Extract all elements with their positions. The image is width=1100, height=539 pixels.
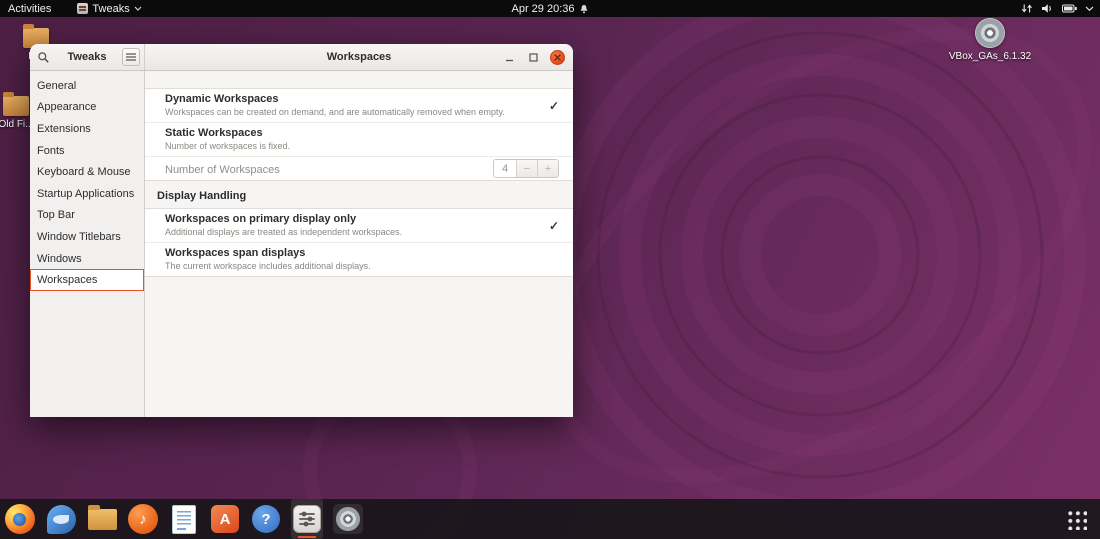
option-title: Workspaces span displays [165,247,306,259]
tweaks-icon [293,505,321,533]
dock-item-files[interactable] [86,499,118,539]
thunderbird-icon [46,504,76,534]
app-menu-button[interactable]: Tweaks [77,2,142,15]
app-grid-icon [1065,508,1087,530]
notification-bell-icon [580,4,588,13]
cd-disc-icon [975,18,1005,48]
maximize-icon [529,52,538,62]
maximize-button[interactable] [526,50,541,65]
dynamic-workspaces-option[interactable]: Dynamic Workspaces Workspaces can be cre… [145,89,573,123]
option-subtitle: Workspaces can be created on demand, and… [165,107,505,117]
search-icon [37,51,49,63]
music-note-glyph: ♪ [139,510,147,528]
sidebar-header: Tweaks [30,44,145,70]
header-bar[interactable]: Tweaks Workspaces [30,44,573,71]
dock-item-help[interactable]: ? [250,499,282,539]
sidebar-item-general[interactable]: General [30,75,144,97]
dock-item-mounted-disc[interactable] [332,499,364,539]
minimize-icon [506,59,513,61]
tweaks-mini-icon [77,3,89,14]
minimize-button[interactable] [502,50,517,65]
chevron-down-icon [134,6,142,11]
spinner-decrement-button[interactable]: − [516,160,537,177]
activities-button[interactable]: Activities [8,3,51,15]
dock-item-rhythmbox[interactable]: ♪ [127,499,159,539]
check-icon: ✓ [548,218,559,233]
workspaces-primary-display-option[interactable]: Workspaces on primary display only Addit… [145,209,573,243]
close-button[interactable] [550,49,565,65]
sidebar-item-fonts[interactable]: Fonts [30,140,144,162]
files-folder-icon [87,504,117,530]
tweaks-window: Tweaks Workspaces General Appearance Ext… [30,44,573,417]
number-of-workspaces-row: Number of Workspaces 4 − + [145,157,573,180]
firefox-icon [5,504,35,534]
static-workspaces-option[interactable]: Static Workspaces Number of workspaces i… [145,123,573,157]
window-app-title: Tweaks [67,51,107,63]
question-mark-glyph: ? [261,510,271,528]
option-subtitle: The current workspace includes additiona… [165,261,371,271]
desktop-root: Activities Tweaks Apr 29 20:36 H... Old … [0,0,1100,539]
option-title: Workspaces on primary display only [165,213,357,225]
sidebar-item-appearance[interactable]: Appearance [30,97,144,119]
dock: ♪ A ? [0,499,1100,539]
workspace-mode-group: Dynamic Workspaces Workspaces can be cre… [145,88,573,181]
volume-icon [1042,4,1051,13]
sidebar: General Appearance Extensions Fonts Keyb… [30,71,145,417]
display-handling-group: Workspaces on primary display only Addit… [145,208,573,277]
sliders-icon [299,511,315,527]
primary-menu-button[interactable] [122,48,140,66]
dock-item-firefox[interactable] [4,499,36,539]
disc-tray-icon [333,504,363,534]
network-updown-icon [1021,4,1032,13]
option-title: Static Workspaces [165,127,263,139]
check-icon: ✓ [548,98,559,113]
sidebar-item-keyboard-mouse[interactable]: Keyboard & Mouse [30,161,144,183]
dock-item-tweaks[interactable] [291,499,323,539]
top-bar: Activities Tweaks Apr 29 20:36 [0,0,1100,17]
clock-label: Apr 29 20:36 [511,2,575,15]
option-subtitle: Additional displays are treated as indep… [165,227,403,237]
page-title: Workspaces [326,51,392,63]
system-status-area[interactable] [1021,3,1094,14]
chevron-down-icon [1085,6,1094,11]
folder-icon [3,92,29,116]
software-letter-glyph: A [219,510,231,528]
option-title: Dynamic Workspaces [165,93,279,105]
desktop-icon-vbox-cd[interactable]: VBox_GAs_6.1.32 [949,18,1031,62]
workspaces-span-displays-option[interactable]: Workspaces span displays The current wor… [145,243,573,276]
app-menu-label: Tweaks [92,2,130,15]
spinner-value[interactable]: 4 [494,160,516,177]
number-of-workspaces-label: Number of Workspaces [165,163,280,176]
libreoffice-writer-icon [172,504,196,534]
workspaces-page: Dynamic Workspaces Workspaces can be cre… [145,71,573,417]
sidebar-item-workspaces[interactable]: Workspaces [30,269,144,291]
sidebar-item-extensions[interactable]: Extensions [30,118,144,140]
rhythmbox-icon: ♪ [128,504,158,534]
close-icon [554,53,561,61]
desktop-icon-label: VBox_GAs_6.1.32 [948,51,1032,62]
ubuntu-software-icon: A [211,505,239,533]
search-button[interactable] [34,48,52,66]
dock-item-thunderbird[interactable] [45,499,77,539]
workspace-count-spinner[interactable]: 4 − + [493,159,559,178]
dock-item-libreoffice-writer[interactable] [168,499,200,539]
clock-menu[interactable]: Apr 29 20:36 [512,3,589,15]
dock-item-ubuntu-software[interactable]: A [209,499,241,539]
help-icon: ? [252,505,280,533]
cd-disc-icon [336,507,360,531]
option-subtitle: Number of workspaces is fixed. [165,141,291,151]
hamburger-menu-icon [126,53,136,61]
show-applications-button[interactable] [1058,499,1094,539]
sidebar-item-window-titlebars[interactable]: Window Titlebars [30,226,144,248]
spinner-increment-button[interactable]: + [537,160,558,177]
sidebar-item-top-bar[interactable]: Top Bar [30,205,144,227]
sidebar-item-startup-applications[interactable]: Startup Applications [30,183,144,205]
sidebar-item-windows[interactable]: Windows [30,248,144,270]
battery-icon [1062,4,1077,13]
desktop-icon-label: Old Fi... [0,119,34,130]
window-controls [502,44,565,70]
page-header: Workspaces [145,44,573,70]
display-handling-heading: Display Handling [157,190,247,202]
